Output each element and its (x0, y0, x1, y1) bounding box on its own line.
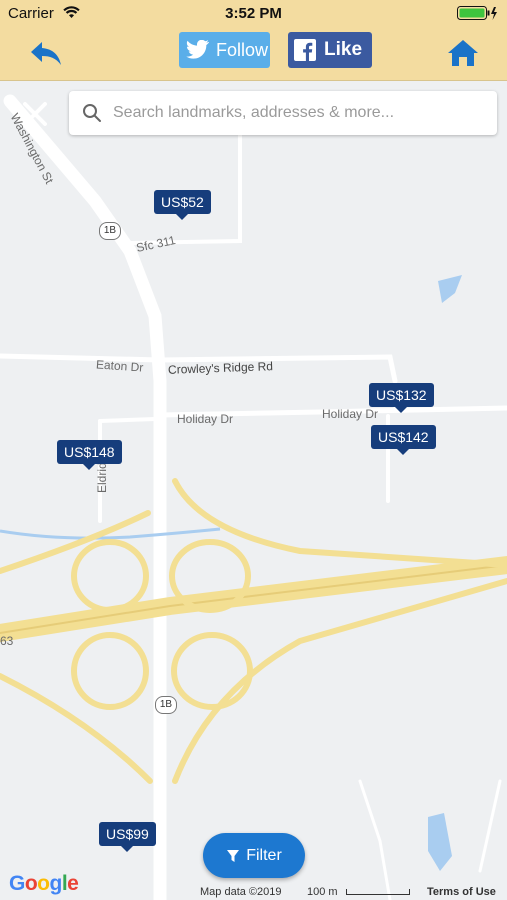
hotel-price-marker[interactable]: US$148 (57, 440, 122, 470)
search-input[interactable] (111, 103, 485, 123)
street-label: Holiday Dr (322, 407, 379, 421)
street-label: Holiday Dr (177, 412, 234, 426)
map-attribution: Map data ©2019 (200, 886, 282, 898)
highway-label: 63 (0, 634, 14, 648)
hotel-price-marker[interactable]: US$142 (371, 425, 436, 455)
home-icon (448, 40, 478, 66)
funnel-icon (227, 849, 240, 862)
google-logo: Google (9, 872, 79, 895)
search-icon (83, 104, 101, 122)
home-button[interactable] (446, 37, 480, 69)
reply-arrow-icon (31, 42, 61, 65)
scale-bar (346, 889, 410, 895)
hotel-price-marker[interactable]: US$99 (99, 822, 156, 852)
hotel-price-marker[interactable]: US$52 (154, 190, 211, 220)
twitter-bird-icon (186, 40, 209, 59)
battery-icon (457, 6, 497, 20)
facebook-logo-icon (294, 39, 316, 61)
back-button[interactable] (28, 37, 64, 69)
hotel-price-marker[interactable]: US$132 (369, 383, 434, 413)
route-shield: 1B (99, 222, 121, 240)
filter-label: Filter (246, 846, 282, 864)
map-view[interactable]: Washington St Sfc 311 Eaton Dr Crowley's… (0, 81, 507, 900)
route-shield: 1B (155, 696, 177, 714)
clock: 3:52 PM (225, 5, 282, 22)
facebook-like-button[interactable]: Like (288, 32, 372, 68)
status-bar: Carrier 3:52 PM (0, 0, 507, 28)
follow-label: Follow (216, 39, 269, 60)
like-label: Like (324, 39, 363, 60)
search-bar[interactable] (69, 91, 497, 135)
twitter-follow-button[interactable]: Follow (179, 32, 270, 68)
scale-label: 100 m (307, 886, 338, 898)
top-toolbar: Follow Like (0, 28, 507, 81)
terms-link[interactable]: Terms of Use (427, 886, 496, 898)
filter-button[interactable]: Filter (203, 833, 305, 878)
map-roads (0, 94, 507, 900)
